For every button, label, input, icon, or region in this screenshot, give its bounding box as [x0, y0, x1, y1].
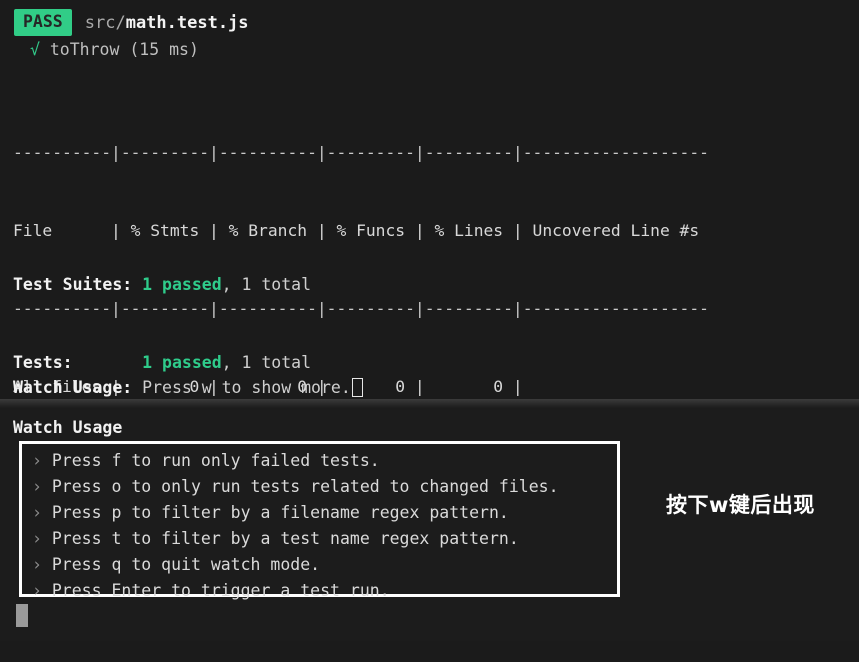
chevron-right-icon: ›: [32, 477, 52, 496]
watch-usage-hint-label: Watch Usage:: [13, 378, 133, 397]
text-cursor-outline: [351, 378, 363, 397]
annotation-label: 按下w键后出现: [666, 493, 815, 517]
watch-usage-item-label: Press o to only run tests related to cha…: [51, 477, 559, 496]
watch-usage-item[interactable]: › Press t to filter by a test name regex…: [32, 526, 617, 552]
watch-usage-item-label: Press f to run only failed tests.: [51, 451, 380, 470]
test-case-name: toThrow (15 ms): [49, 40, 199, 59]
watch-usage-item[interactable]: › Press p to filter by a filename regex …: [32, 500, 617, 526]
test-file-dir: src/: [84, 12, 126, 33]
summary-test-suites-label: Test Suites:: [13, 275, 133, 294]
watch-usage-item-label: Press t to filter by a test name regex p…: [51, 529, 519, 548]
summary-tests-label: Tests:: [13, 353, 73, 372]
chevron-right-icon: ›: [32, 581, 52, 600]
summary-tests-pad: [73, 353, 143, 372]
watch-usage-item[interactable]: › Press q to quit watch mode.: [32, 552, 617, 578]
watch-usage-title: Watch Usage: [13, 418, 123, 437]
chevron-right-icon: ›: [32, 503, 52, 522]
watch-usage-item-label: Press q to quit watch mode.: [51, 555, 321, 574]
summary-test-suites-total: , 1 total: [221, 275, 312, 294]
summary-space-1: [132, 275, 142, 294]
status-badge: PASS: [14, 9, 72, 36]
watch-usage-item[interactable]: › Press o to only run tests related to c…: [32, 474, 617, 500]
watch-usage-hint-text: Press w to show more.: [132, 378, 351, 397]
jest-output-pane: PASS src/math.test.js √ toThrow (15 ms) …: [0, 0, 859, 606]
watch-usage-item[interactable]: › Press f to run only failed tests.: [32, 448, 617, 474]
chevron-right-icon: ›: [32, 529, 52, 548]
watch-usage-item[interactable]: › Press Enter to trigger a test run.: [32, 578, 617, 604]
test-file-path: src/math.test.js: [85, 11, 249, 35]
watch-usage-box: › Press f to run only failed tests. › Pr…: [19, 441, 620, 600]
watch-usage-item-label: Press Enter to trigger a test run.: [51, 581, 390, 600]
summary-tests-passed: 1 passed: [142, 353, 222, 372]
summary-test-suites-row: Test Suites: 1 passed, 1 total: [13, 272, 341, 298]
pane-divider: [0, 399, 859, 408]
test-file-name: math.test.js: [125, 12, 249, 33]
summary-tests-row: Tests: 1 passed, 1 total: [13, 350, 341, 376]
watch-usage-hint: Watch Usage: Press w to show more.: [13, 376, 363, 400]
terminal-window: PASS src/math.test.js √ toThrow (15 ms) …: [0, 0, 859, 641]
watch-usage-pane: Watch Usage › Press f to run only failed…: [0, 408, 859, 641]
chevron-right-icon: ›: [32, 451, 52, 470]
terminal-cursor-block: [16, 604, 28, 627]
check-icon: √: [30, 40, 50, 59]
watch-usage-item-label: Press p to filter by a filename regex pa…: [51, 503, 509, 522]
summary-test-suites-passed: 1 passed: [142, 275, 222, 294]
chevron-right-icon: ›: [32, 555, 52, 574]
summary-tests-total: , 1 total: [221, 353, 312, 372]
test-suite-result-line: PASS src/math.test.js: [14, 9, 249, 36]
table-rule-top: ----------|---------|----------|--------…: [13, 143, 709, 162]
test-case-line: √ toThrow (15 ms): [30, 38, 199, 62]
